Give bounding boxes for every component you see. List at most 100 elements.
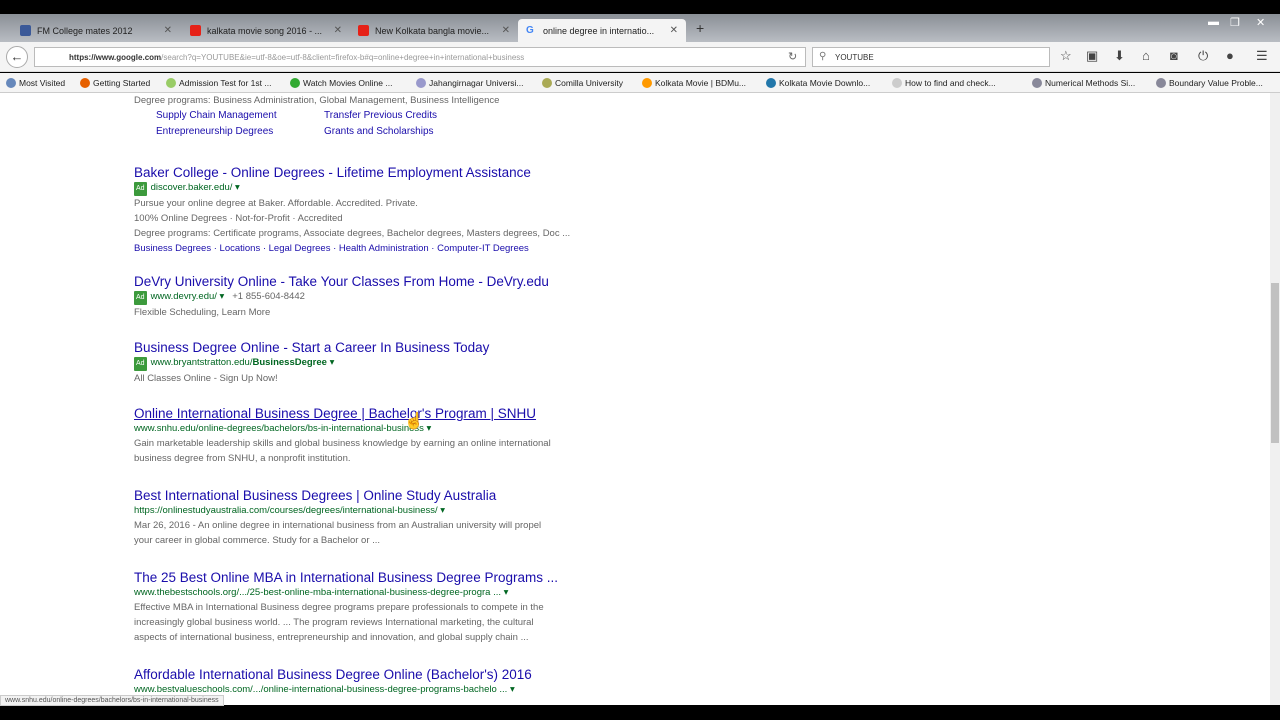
bookmark-label: Boundary Value Proble... [1169,78,1263,88]
result-title-link[interactable]: Online International Business Degree | B… [134,405,624,422]
result-url: www.snhu.edu/online-degrees/bachelors/bs… [134,423,424,434]
scrollbar-thumb[interactable] [1271,283,1279,443]
ad-badge: Ad [134,291,147,305]
tab-label: kalkata movie song 2016 - ... [207,25,323,36]
bookmark-item[interactable]: Most Visited [6,78,65,88]
tab-youtube-2[interactable]: New Kolkata bangla movie... ✕ [350,19,518,42]
result-title-link[interactable]: Business Degree Online - Start a Career … [134,339,624,356]
sitelink[interactable]: Supply Chain Management [156,110,277,121]
result-url: www.devry.edu/ [150,291,217,302]
restore-button[interactable]: ❐ [1230,16,1240,29]
result-url: www.bestvalueschools.com/.../online-inte… [134,684,508,695]
close-tab-icon[interactable]: ✕ [164,25,172,36]
bookmark-star-icon[interactable]: ☆ [1060,48,1072,64]
result-snippet: 100% Online Degrees · Not-for-Profit · A… [134,213,343,224]
result-onlinestudyaustralia: Best International Business Degrees | On… [134,487,624,548]
search-value: YOUTUBE [835,53,874,62]
result-url: discover.baker.edu/ [150,182,233,193]
bookmarks-toolbar: Most Visited Getting Started Admission T… [0,73,1280,93]
search-box[interactable]: ⚲ YOUTUBE [812,47,1050,67]
new-tab-button[interactable]: + [696,20,704,36]
status-bar-url: www.snhu.edu/online-degrees/bachelors/bs… [0,695,224,706]
url-host: https://www.google.com [69,53,162,62]
close-tab-icon[interactable]: ✕ [334,25,342,36]
back-button[interactable]: ← [6,46,28,68]
result-snippet: All Classes Online - Sign Up Now! [134,373,278,384]
result-snippet: aspects of international business, entre… [134,632,529,643]
bookmark-item[interactable]: Kolkata Movie | BDMu... [642,78,746,88]
hand-cursor-icon: ☝ [404,413,424,430]
bookmark-item[interactable]: Kolkata Movie Downlo... [766,78,870,88]
bookmark-label: Comilla University [555,78,624,88]
phone-number[interactable]: +1 855-604-8442 [232,291,305,302]
result-snippet: Pursue your online degree at Baker. Affo… [134,198,418,209]
menu-icon[interactable]: ☰ [1256,48,1268,64]
result-title-link[interactable]: Best International Business Degrees | On… [134,487,624,504]
bookmark-label: Most Visited [19,78,66,88]
download-icon[interactable]: ⬇ [1114,48,1125,64]
bookmark-item[interactable]: Numerical Methods Si... [1032,78,1135,88]
result-snippet: Degree programs: Business Administration… [134,95,500,106]
result-ad-devry: DeVry University Online - Take Your Clas… [134,273,624,320]
close-window-button[interactable]: ✕ [1256,16,1265,29]
scrollbar[interactable] [1270,93,1280,705]
clipboard-icon[interactable]: ▣ [1086,48,1098,64]
bookmark-label: Jahangirnagar Universi... [429,78,524,88]
tab-youtube-1[interactable]: kalkata movie song 2016 - ... ✕ [182,19,350,42]
bookmark-item[interactable]: Admission Test for 1st ... [166,78,271,88]
bookmark-label: Watch Movies Online ... [303,78,393,88]
pocket-icon[interactable]: ◙ [1170,48,1178,63]
search-results: Degree programs: Business Administration… [0,93,1280,705]
result-snippet: Gain marketable leadership skills and gl… [134,438,551,449]
youtube-icon [190,25,201,36]
tab-facebook[interactable]: FM College mates 2012 ✕ [12,19,180,42]
bookmark-item[interactable]: Boundary Value Proble... [1156,78,1263,88]
bookmark-label: How to find and check... [905,78,996,88]
previous-result-tail: Degree programs: Business Administration… [134,93,624,108]
result-url: www.thebestschools.org/.../25-best-onlin… [134,587,501,598]
bookmark-item[interactable]: How to find and check... [892,78,996,88]
result-title-link[interactable]: Baker College - Online Degrees - Lifetim… [134,164,624,181]
tab-label: online degree in internatio... [543,25,655,36]
result-ad-bryantstratton: Business Degree Online - Start a Career … [134,339,624,386]
bookmark-item[interactable]: Getting Started [80,78,150,88]
bookmark-item[interactable]: Jahangirnagar Universi... [416,78,524,88]
bookmark-label: Admission Test for 1st ... [179,78,272,88]
result-snippet: your career in global commerce. Study fo… [134,535,381,546]
facebook-icon [20,25,31,36]
search-icon: ⚲ [819,51,827,62]
address-bar[interactable]: https://www.google.com/search?q=YOUTUBE&… [34,47,806,67]
result-title-link[interactable]: The 25 Best Online MBA in International … [134,569,624,586]
close-tab-icon[interactable]: ✕ [670,25,678,36]
result-ad-baker: Baker College - Online Degrees - Lifetim… [134,164,624,256]
youtube-icon [358,25,369,36]
ad-badge: Ad [134,182,147,196]
sitelink[interactable]: Entrepreneurship Degrees [156,126,273,137]
minimize-button[interactable]: ▬ [1208,16,1219,28]
bookmark-item[interactable]: Comilla University [542,78,623,88]
home-icon[interactable]: ⌂ [1142,48,1150,63]
result-url: www.bryantstratton.edu/ [150,357,253,368]
sitelink[interactable]: Grants and Scholarships [324,126,434,137]
tab-google[interactable]: Gonline degree in internatio... ✕ [518,19,686,42]
result-snippet: Mar 26, 2016 - An online degree in inter… [134,520,542,531]
tab-label: New Kolkata bangla movie... [375,25,490,36]
result-snhu: Online International Business Degree | B… [134,405,624,466]
result-snippet: increasingly global business world. ... … [134,617,534,628]
result-title-link[interactable]: DeVry University Online - Take Your Clas… [134,273,624,290]
tab-label: FM College mates 2012 [37,25,133,36]
bookmark-item[interactable]: Watch Movies Online ... [290,78,392,88]
result-url-bold: BusinessDegree [252,357,327,368]
result-bestvalueschools: Affordable International Business Degree… [134,666,624,697]
result-thebestschools: The 25 Best Online MBA in International … [134,569,624,645]
sitelinks[interactable]: Business Degrees · Locations · Legal Deg… [134,241,624,256]
power-icon[interactable]: ⏻ [1198,48,1208,64]
sitelink[interactable]: Transfer Previous Credits [324,110,437,121]
result-title-link[interactable]: Affordable International Business Degree… [134,666,624,683]
share-icon[interactable]: ● [1226,48,1234,63]
reload-icon[interactable]: ↻ [788,50,797,63]
google-icon: G [526,25,534,36]
bookmark-label: Numerical Methods Si... [1045,78,1136,88]
close-tab-icon[interactable]: ✕ [502,25,510,36]
result-snippet: business degree from SNHU, a nonprofit i… [134,453,351,464]
